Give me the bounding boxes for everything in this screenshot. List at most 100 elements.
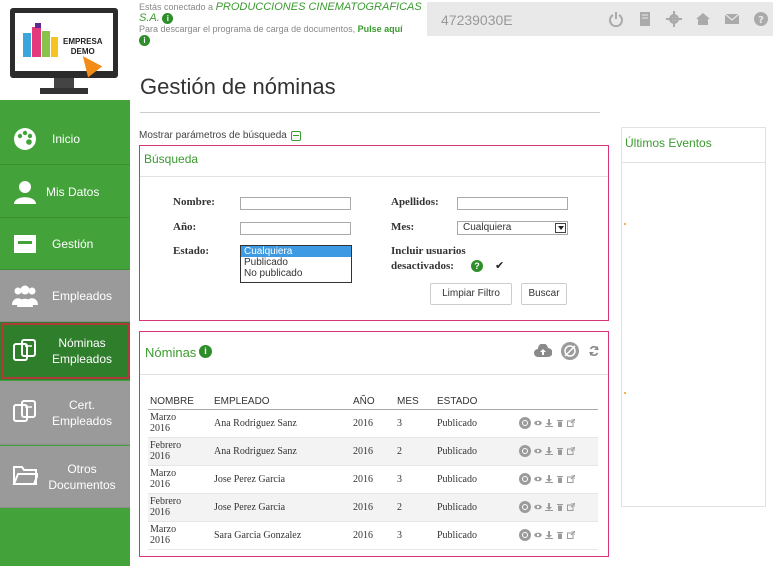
sidebar-item-cert-empleados[interactable]: Cert. Empleados — [0, 381, 130, 445]
mes-select-value: Cualquiera — [463, 222, 512, 233]
eye-icon[interactable] — [534, 503, 542, 511]
table-row[interactable]: Marzo 2016 Jose Perez Garcia 2016 3 Publicad… — [148, 465, 598, 494]
download-icon[interactable] — [545, 531, 553, 539]
power-icon[interactable] — [608, 11, 624, 27]
cell-anio: 2016 — [351, 409, 395, 438]
external-link-icon[interactable] — [567, 419, 575, 427]
mail-icon[interactable] — [724, 11, 740, 27]
book-icon[interactable] — [637, 11, 653, 27]
connected-prefix: Estás conectado a — [139, 2, 216, 12]
download-icon[interactable] — [545, 419, 553, 427]
user-id-bar: 47239030E ? — [427, 2, 773, 36]
sidebar-item-label: Mis Datos — [46, 184, 100, 199]
download-icon[interactable] — [545, 447, 553, 455]
estado-label: Estado: — [173, 245, 210, 257]
sidebar-item-otros-documentos[interactable]: Otros Documentos — [0, 446, 130, 508]
refresh-icon[interactable] — [588, 345, 600, 357]
cell-actions — [517, 493, 598, 522]
sidebar-item-inicio[interactable]: Inicio — [0, 113, 130, 165]
eye-icon[interactable] — [534, 531, 542, 539]
trash-icon[interactable] — [556, 475, 564, 483]
nombre-label: Nombre: — [173, 196, 215, 208]
column-header[interactable]: NOMBRE — [148, 394, 212, 410]
table-row[interactable]: Febrero 2016 Ana Rodriguez Sanz 2016 2 Publi… — [148, 437, 598, 466]
help-icon[interactable]: ? — [753, 11, 769, 27]
cloud-upload-icon[interactable] — [534, 344, 552, 358]
sidebar-item-label: Nóminas Empleados — [51, 336, 113, 366]
eye-icon[interactable] — [534, 447, 542, 455]
external-link-icon[interactable] — [567, 503, 575, 511]
cell-anio: 2016 — [351, 493, 395, 522]
eye-icon[interactable] — [534, 419, 542, 427]
column-header[interactable]: ESTADO — [435, 394, 517, 410]
estado-listbox[interactable]: Cualquiera Publicado No publicado — [240, 245, 352, 283]
sidebar-item-label: Inicio — [52, 131, 81, 146]
eye-icon[interactable] — [534, 475, 542, 483]
publish-icon[interactable] — [560, 341, 580, 361]
mes-select[interactable]: Cualquiera — [457, 221, 568, 235]
download-link[interactable]: Pulse aquí — [358, 24, 403, 34]
help-icon[interactable]: ? — [471, 260, 483, 272]
cell-actions — [517, 465, 598, 494]
nominas-title: Nóminas — [145, 345, 197, 360]
cell-anio: 2016 — [351, 465, 395, 494]
publish-row-icon[interactable] — [519, 501, 531, 513]
documents-icon — [13, 400, 36, 422]
anio-label: Año: — [173, 221, 197, 233]
trash-icon[interactable] — [556, 531, 564, 539]
info-icon[interactable]: i — [199, 345, 212, 358]
anio-input[interactable] — [240, 222, 351, 235]
nominas-table: NOMBRE EMPLEADO AÑO MES ESTADO Marzo 201… — [148, 394, 598, 550]
event-marker — [624, 392, 626, 394]
cell-actions — [517, 521, 598, 550]
trash-icon[interactable] — [556, 419, 564, 427]
info-icon[interactable]: i — [162, 13, 174, 25]
trash-icon[interactable] — [556, 503, 564, 511]
column-header[interactable]: MES — [395, 394, 435, 410]
column-header[interactable]: EMPLEADO — [212, 394, 351, 410]
sidebar-item-gestion[interactable]: Gestión — [0, 218, 130, 270]
logo[interactable]: EMPRESA DEMO — [0, 0, 130, 100]
estado-option[interactable]: Cualquiera — [241, 246, 351, 257]
publish-row-icon[interactable] — [519, 529, 531, 541]
publish-row-icon[interactable] — [519, 445, 531, 457]
search-button[interactable]: Buscar — [521, 283, 567, 305]
sidebar-item-mis-datos[interactable]: Mis Datos — [0, 166, 130, 218]
show-search-params-toggle[interactable]: Mostrar parámetros de búsqueda — [139, 130, 301, 141]
cell-nombre-text: Marzo 2016 — [150, 412, 177, 434]
desactivados-label: desactivados: — [391, 260, 454, 272]
download-icon[interactable] — [545, 475, 553, 483]
estado-option[interactable]: No publicado — [241, 268, 351, 279]
event-marker — [624, 223, 626, 225]
estado-option[interactable]: Publicado — [241, 257, 351, 268]
cell-nombre-text: Marzo 2016 — [150, 468, 177, 490]
cell-empleado: Ana Rodriguez Sanz — [212, 409, 351, 438]
nominas-panel: Nóminas i NOMBRE EMPLEADO AÑO MES ESTADO… — [139, 331, 609, 557]
page-title: Gestión de nóminas — [140, 74, 336, 99]
include-deactivated-checkbox[interactable]: ✔ — [495, 261, 505, 272]
external-link-icon[interactable] — [567, 447, 575, 455]
apellidos-label: Apellidos: — [391, 196, 439, 208]
publish-row-icon[interactable] — [519, 417, 531, 429]
info-icon[interactable]: i — [139, 35, 150, 47]
nombre-input[interactable] — [240, 197, 351, 210]
title-divider — [140, 112, 600, 113]
table-row[interactable]: Marzo 2016 Ana Rodriguez Sanz 2016 3 Publica… — [148, 409, 598, 438]
table-row[interactable]: Marzo 2016 Sara Garcia Gonzalez 2016 3 Publi… — [148, 521, 598, 550]
clear-filter-button[interactable]: Limpiar Filtro — [430, 283, 512, 305]
cell-nombre-text: Febrero 2016 — [150, 496, 182, 518]
collapse-icon[interactable] — [290, 130, 301, 141]
folder-icon — [12, 466, 38, 485]
gear-icon[interactable] — [666, 11, 682, 27]
table-row[interactable]: Febrero 2016 Jose Perez Garcia 2016 2 Public… — [148, 493, 598, 522]
download-icon[interactable] — [545, 503, 553, 511]
trash-icon[interactable] — [556, 447, 564, 455]
external-link-icon[interactable] — [567, 475, 575, 483]
sidebar-item-empleados[interactable]: Empleados — [0, 270, 130, 322]
apellidos-input[interactable] — [457, 197, 568, 210]
sidebar-item-nominas-empleados[interactable]: Nóminas Empleados — [0, 322, 130, 380]
column-header[interactable]: AÑO — [351, 394, 395, 410]
publish-row-icon[interactable] — [519, 473, 531, 485]
external-link-icon[interactable] — [567, 531, 575, 539]
home-icon[interactable] — [695, 11, 711, 27]
